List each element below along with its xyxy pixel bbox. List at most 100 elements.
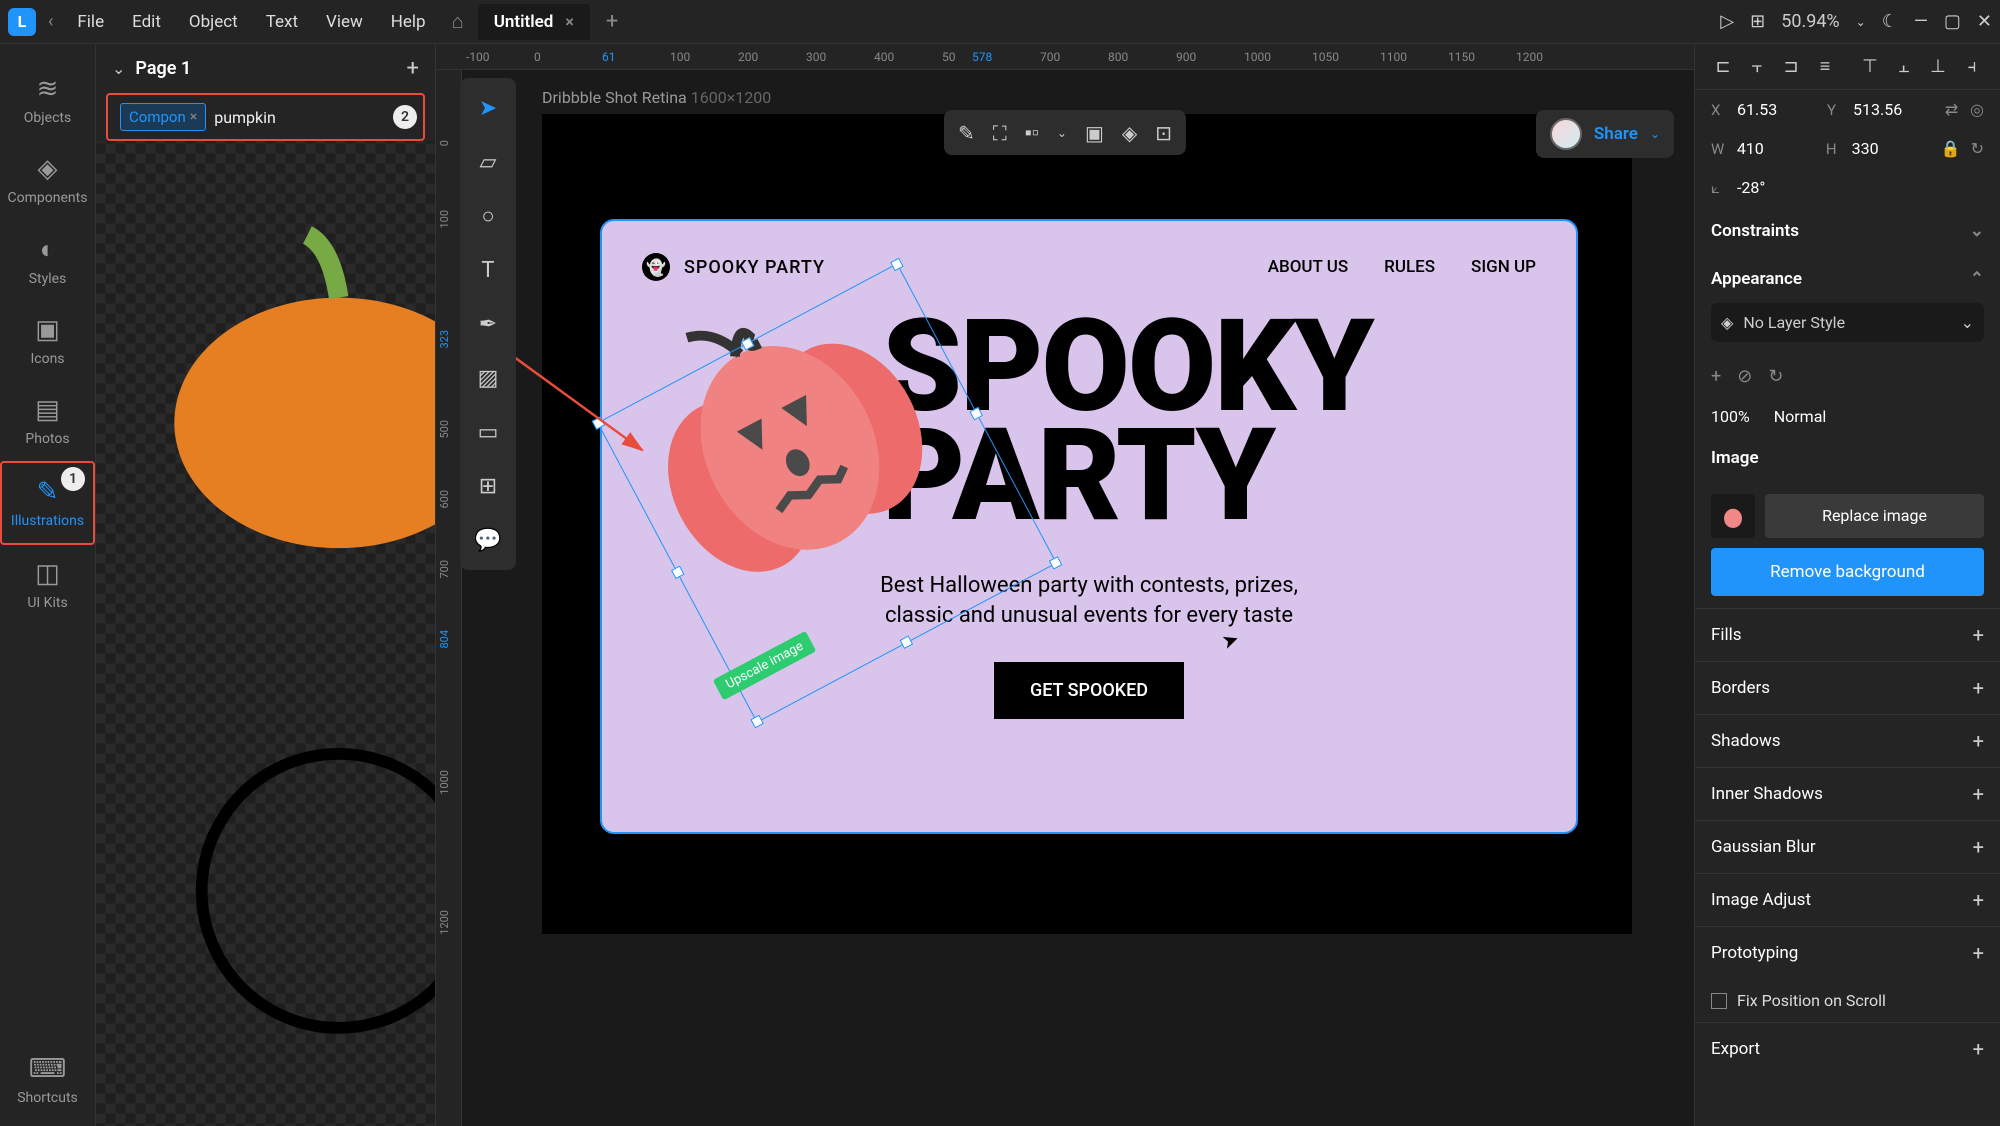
shadows-section[interactable]: Shadows+: [1695, 714, 2000, 767]
crop-icon[interactable]: ⛶: [993, 121, 1007, 145]
home-icon[interactable]: ⌂: [442, 9, 474, 34]
app-logo[interactable]: L: [8, 8, 36, 36]
rail-components[interactable]: ◈ Components: [0, 140, 95, 220]
gaussian-blur-section[interactable]: Gaussian Blur+: [1695, 820, 2000, 873]
remove-background-button[interactable]: Remove background: [1711, 548, 1984, 596]
rail-objects[interactable]: ≋ Objects: [0, 60, 95, 140]
mask-icon[interactable]: ▪▫: [1025, 120, 1039, 145]
target-icon[interactable]: ◎: [1970, 100, 1984, 119]
theme-icon[interactable]: ☾: [1882, 11, 1898, 32]
search-bar[interactable]: Compon × pumpkin 2: [106, 93, 425, 141]
h-input[interactable]: 330: [1852, 139, 1931, 158]
rail-icons[interactable]: ▣ Icons: [0, 301, 95, 381]
menu-help[interactable]: Help: [379, 6, 438, 38]
chip-close-icon[interactable]: ×: [190, 109, 197, 125]
components-tool[interactable]: ⊞: [470, 468, 506, 504]
share-button[interactable]: Share: [1594, 124, 1638, 144]
artboard[interactable]: 👻 SPOOKY PARTY ABOUT US RULES SIGN UP: [542, 114, 1632, 934]
search-input[interactable]: pumpkin: [214, 108, 276, 127]
user-avatar[interactable]: [1550, 118, 1582, 150]
grid-icon[interactable]: ⊞: [1750, 11, 1765, 32]
pen-tool[interactable]: ✒: [470, 306, 506, 342]
swap-icon[interactable]: ⇄: [1945, 100, 1958, 119]
move-tool[interactable]: ➤: [470, 90, 506, 126]
w-input[interactable]: 410: [1737, 139, 1816, 158]
image-thumbnail[interactable]: [1711, 494, 1755, 538]
lock-icon[interactable]: 🔒: [1941, 139, 1961, 158]
chevron-down-icon[interactable]: ⌄: [1650, 127, 1660, 141]
image-adjust-section[interactable]: Image Adjust+: [1695, 873, 2000, 926]
align-right-icon[interactable]: ⊐: [1779, 56, 1803, 77]
reset-icon[interactable]: ↻: [1768, 366, 1783, 387]
ellipse-tool[interactable]: ○: [470, 198, 506, 234]
artboard-tool[interactable]: ▭: [470, 414, 506, 450]
align-justify-icon[interactable]: ≡: [1813, 56, 1837, 77]
menu-file[interactable]: File: [65, 6, 116, 38]
align-bottom-icon[interactable]: ⊥: [1926, 56, 1950, 77]
chevron-down-icon[interactable]: ⌄: [112, 59, 125, 78]
search-filter-chip[interactable]: Compon ×: [120, 103, 206, 131]
frame-tool[interactable]: ▱: [470, 144, 506, 180]
edit-icon[interactable]: ✎: [958, 121, 975, 145]
checkbox-icon[interactable]: [1711, 993, 1727, 1009]
add-icon[interactable]: +: [1973, 729, 1984, 753]
add-icon[interactable]: +: [1973, 888, 1984, 912]
x-input[interactable]: 61.53: [1737, 100, 1817, 119]
constraints-header[interactable]: Constraints ⌄: [1695, 207, 2000, 255]
rail-uikits[interactable]: ◫ UI Kits: [0, 545, 95, 625]
rail-shortcuts[interactable]: ⌨ Shortcuts: [0, 1040, 95, 1126]
prototyping-section[interactable]: Prototyping+: [1695, 926, 2000, 979]
rotation-input[interactable]: -28°: [1737, 178, 1817, 197]
maximize-icon[interactable]: ▢: [1944, 11, 1961, 32]
add-icon[interactable]: +: [1973, 941, 1984, 965]
asset-pumpkin[interactable]: [108, 622, 435, 1083]
distribute-icon[interactable]: ⫞: [1960, 56, 1984, 77]
chevron-down-icon[interactable]: ⌄: [1057, 126, 1067, 140]
align-left-icon[interactable]: ⊏: [1711, 56, 1735, 77]
add-icon[interactable]: +: [1973, 623, 1984, 647]
fix-position-checkbox[interactable]: Fix Position on Scroll: [1695, 979, 2000, 1022]
close-tab-icon[interactable]: ×: [565, 12, 574, 31]
refresh-icon[interactable]: ↻: [1971, 139, 1984, 158]
inner-shadows-section[interactable]: Inner Shadows+: [1695, 767, 2000, 820]
detach-icon[interactable]: ⊡: [1155, 121, 1172, 145]
appearance-header[interactable]: Appearance ⌃: [1695, 255, 2000, 303]
replace-image-button[interactable]: Replace image: [1765, 494, 1984, 538]
frame-label[interactable]: Dribbble Shot Retina 1600×1200: [542, 88, 771, 107]
align-center-h-icon[interactable]: ⫟: [1745, 56, 1769, 77]
menu-view[interactable]: View: [314, 6, 375, 38]
design-frame[interactable]: 👻 SPOOKY PARTY ABOUT US RULES SIGN UP: [600, 219, 1578, 834]
opacity-input[interactable]: 100%: [1711, 407, 1750, 426]
page-name[interactable]: Page 1: [135, 58, 396, 79]
align-top-icon[interactable]: ⊤: [1858, 56, 1882, 77]
back-button[interactable]: ‹: [40, 11, 61, 32]
menu-edit[interactable]: Edit: [120, 6, 173, 38]
rail-illustrations[interactable]: 1 ✎ Illustrations: [0, 461, 95, 545]
menu-object[interactable]: Object: [177, 6, 250, 38]
image-tool[interactable]: ▨: [470, 360, 506, 396]
canvas-viewport[interactable]: Dribbble Shot Retina 1600×1200 👻 SPOOKY …: [462, 70, 1694, 1126]
check-icon[interactable]: ⊘: [1737, 366, 1752, 387]
menu-text[interactable]: Text: [254, 6, 310, 38]
y-input[interactable]: 513.56: [1853, 100, 1933, 119]
canvas-area[interactable]: -100 0 61 100 200 300 400 50 578 700 800…: [436, 44, 1694, 1126]
add-tab-button[interactable]: +: [594, 9, 630, 34]
component-icon[interactable]: ◈: [1122, 121, 1137, 145]
rail-photos[interactable]: ▤ Photos: [0, 381, 95, 461]
add-icon[interactable]: +: [1973, 676, 1984, 700]
minimize-icon[interactable]: —: [1914, 11, 1928, 32]
asset-pumpkin[interactable]: [108, 153, 435, 614]
text-tool[interactable]: T: [470, 252, 506, 288]
frame-icon[interactable]: ▣: [1085, 121, 1104, 145]
layer-style-select[interactable]: ◈ No Layer Style ⌄: [1711, 303, 1984, 342]
zoom-level[interactable]: 50.94%: [1781, 11, 1839, 32]
add-page-icon[interactable]: +: [407, 56, 419, 81]
zoom-chevron-icon[interactable]: ⌄: [1856, 15, 1866, 29]
blend-mode-select[interactable]: Normal: [1774, 407, 1827, 426]
asset-pumpkin[interactable]: [108, 1090, 435, 1126]
document-tab[interactable]: Untitled ×: [478, 4, 590, 40]
add-icon[interactable]: +: [1973, 835, 1984, 859]
align-middle-icon[interactable]: ⫠: [1892, 56, 1916, 77]
export-section[interactable]: Export+: [1695, 1022, 2000, 1075]
add-icon[interactable]: +: [1973, 782, 1984, 806]
